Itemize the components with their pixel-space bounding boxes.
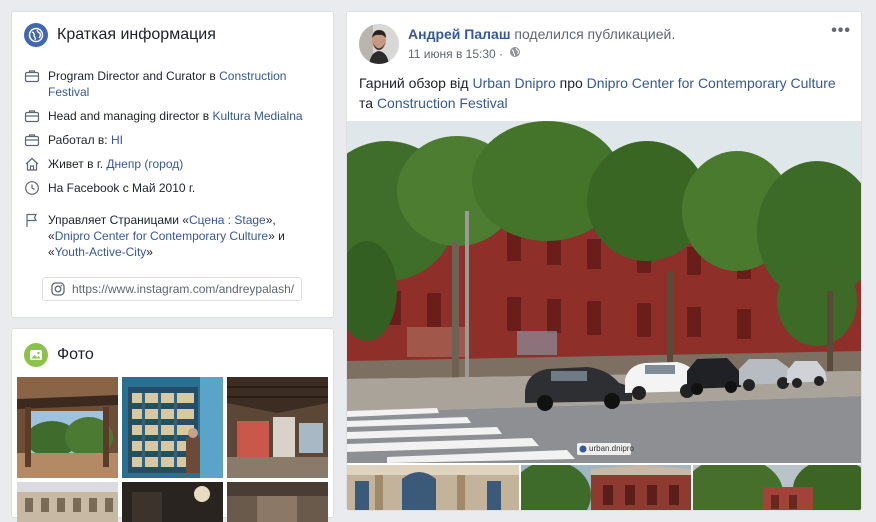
post-timestamp[interactable]: 11 июня в 15:30 · [408, 47, 503, 61]
link-dnepr[interactable]: Днепр (город) [106, 157, 183, 171]
photo-thumb[interactable] [122, 377, 223, 478]
author-name[interactable]: Андрей Палаш [408, 26, 510, 42]
link-construction-festival-post[interactable]: Construction Festival [377, 95, 508, 111]
instagram-icon [50, 281, 66, 297]
photo-thumb[interactable] [17, 377, 118, 478]
post-sub-photo[interactable] [693, 465, 861, 510]
intro-row-work-2: Head and managing director в Kultura Med… [24, 108, 319, 124]
post-text-part: Гарний обзор від [359, 75, 473, 91]
photos-header: Фото [24, 343, 94, 367]
post-meta: 11 июня в 15:30 · [408, 46, 521, 61]
watermark-logo [579, 445, 587, 453]
post-card: Андрей Палаш поделился публикацией. 11 и… [346, 11, 862, 511]
intro-row-home: Живет в г. Днепр (город) [24, 156, 319, 172]
globe-icon [24, 23, 48, 47]
photo-thumb[interactable] [227, 377, 328, 478]
instagram-url: https://www.instagram.com/andreypalash/ [72, 282, 295, 296]
briefcase-icon [24, 68, 40, 84]
author-avatar[interactable] [359, 24, 399, 64]
pages-sep: » и [268, 229, 285, 243]
intro-row-pages: Управляет Страницами «Сцена : Stage», «D… [24, 212, 319, 260]
post-text-part: про [555, 75, 587, 91]
photo-watermark: urban.dnipro [589, 444, 634, 453]
intro-row-joined: На Facebook с Май 2010 г. [24, 180, 319, 196]
post-main-photo[interactable]: urban.dnipro [347, 121, 861, 463]
link-page-youth[interactable]: Youth-Active-City [55, 245, 147, 259]
link-hi[interactable]: HI [111, 133, 123, 147]
photo-thumb[interactable] [17, 482, 118, 522]
link-dcca[interactable]: Dnipro Center for Contemporary Culture [587, 75, 836, 91]
intro-row-text: Head and managing director в [48, 109, 213, 123]
pages-quote: « [48, 229, 55, 243]
flag-icon [24, 212, 40, 228]
post-text-part: та [359, 95, 377, 111]
post-text: Гарний обзор від Urban Dnipro про Dnipro… [359, 73, 849, 113]
link-urban-dnipro[interactable]: Urban Dnipro [472, 75, 555, 91]
photos-title: Фото [57, 346, 94, 363]
home-icon [24, 156, 40, 172]
intro-row-text: На Facebook с Май 2010 г. [48, 181, 196, 195]
pages-quote: » [146, 245, 153, 259]
intro-row-work-3: Работал в: HI [24, 132, 319, 148]
post-sub-photo[interactable] [347, 465, 519, 510]
pages-quote: « [48, 245, 55, 259]
post-sub-photo[interactable] [521, 465, 691, 510]
more-options-icon[interactable]: ••• [831, 22, 851, 40]
intro-row-text: Program Director and Curator в [48, 69, 220, 83]
public-globe-icon[interactable] [509, 46, 521, 61]
pages-prefix: Управляет Страницами « [48, 213, 189, 227]
photos-card: Фото [11, 328, 334, 522]
intro-card: Краткая информация Program Director and … [11, 11, 334, 318]
briefcase-icon [24, 132, 40, 148]
intro-row-text: Живет в г. [48, 157, 107, 171]
intro-header: Краткая информация [24, 23, 216, 47]
photo-icon [24, 343, 48, 367]
clock-icon [24, 180, 40, 196]
link-page-dcca[interactable]: Dnipro Center for Contemporary Culture [55, 229, 268, 243]
link-kultura-medialna[interactable]: Kultura Medialna [212, 109, 302, 123]
intro-row-work-1: Program Director and Curator в Construct… [24, 68, 319, 100]
photo-thumb[interactable] [227, 482, 328, 522]
post-action: поделился публикацией. [514, 26, 676, 42]
photo-thumb[interactable] [122, 482, 223, 522]
intro-title: Краткая информация [57, 26, 216, 43]
link-page-stage[interactable]: Сцена : Stage [189, 213, 266, 227]
post-header: Андрей Палаш поделился публикацией. [408, 26, 675, 42]
briefcase-icon [24, 108, 40, 124]
intro-row-text: Работал в: [48, 133, 111, 147]
instagram-link[interactable]: https://www.instagram.com/andreypalash/ [42, 277, 302, 301]
pages-sep: », [265, 213, 276, 227]
